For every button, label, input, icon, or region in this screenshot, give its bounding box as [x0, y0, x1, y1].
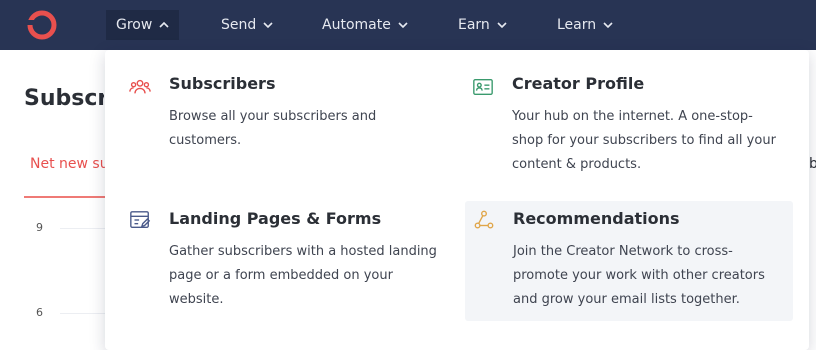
nav-learn-label: Learn [557, 17, 597, 33]
menu-item-title: Landing Pages & Forms [169, 209, 382, 228]
nav-grow[interactable]: Grow [106, 10, 180, 40]
tab-net-new-subscribers[interactable]: Net new subscribers [30, 156, 106, 172]
nav-grow-label: Grow [116, 17, 153, 33]
nav-send[interactable]: Send [211, 10, 283, 40]
nav-automate[interactable]: Automate [312, 10, 418, 40]
menu-item-title: Subscribers [169, 74, 276, 93]
form-edit-icon [130, 211, 151, 229]
y-axis-tick: 6 [36, 306, 43, 319]
menu-item-title: Creator Profile [512, 74, 645, 93]
grid-line [60, 313, 105, 314]
grid-line [60, 228, 105, 229]
profile-card-icon [473, 78, 493, 96]
menu-item-creator-profile[interactable]: Creator Profile Your hub on the internet… [448, 50, 793, 195]
users-icon [129, 79, 151, 94]
chevron-down-icon [263, 22, 273, 29]
page-title: Subscribers [24, 86, 104, 111]
chevron-up-icon [159, 21, 169, 28]
nav-earn-label: Earn [458, 17, 490, 33]
grow-dropdown-menu: Subscribers Browse all your subscribers … [105, 50, 809, 350]
y-axis-tick: 9 [36, 221, 43, 234]
chevron-down-icon [497, 22, 507, 29]
menu-item-description: Gather subscribers with a hosted landing… [169, 244, 437, 307]
menu-item-subscribers[interactable]: Subscribers Browse all your subscribers … [105, 50, 445, 195]
tab-underline [24, 196, 106, 198]
nav-send-label: Send [221, 17, 257, 33]
nav-learn[interactable]: Learn [547, 10, 623, 40]
network-icon [474, 210, 494, 229]
chevron-down-icon [398, 22, 408, 29]
menu-item-description: Join the Creator Network to cross-promot… [513, 244, 765, 307]
menu-item-recommendations[interactable]: Recommendations Join the Creator Network… [465, 201, 793, 321]
tab-peek[interactable]: b [809, 156, 816, 172]
nav-earn[interactable]: Earn [448, 10, 517, 40]
menu-item-description: Your hub on the internet. A one-stop-sho… [512, 109, 776, 172]
menu-item-landing-pages-forms[interactable]: Landing Pages & Forms Gather subscribers… [105, 201, 445, 321]
top-nav: Grow Send Automate Earn Learn [0, 0, 816, 50]
menu-item-title: Recommendations [513, 209, 680, 228]
chevron-down-icon [603, 22, 613, 29]
menu-item-description: Browse all your subscribers and customer… [169, 109, 377, 148]
logo-icon[interactable] [26, 9, 58, 41]
nav-automate-label: Automate [322, 17, 391, 33]
